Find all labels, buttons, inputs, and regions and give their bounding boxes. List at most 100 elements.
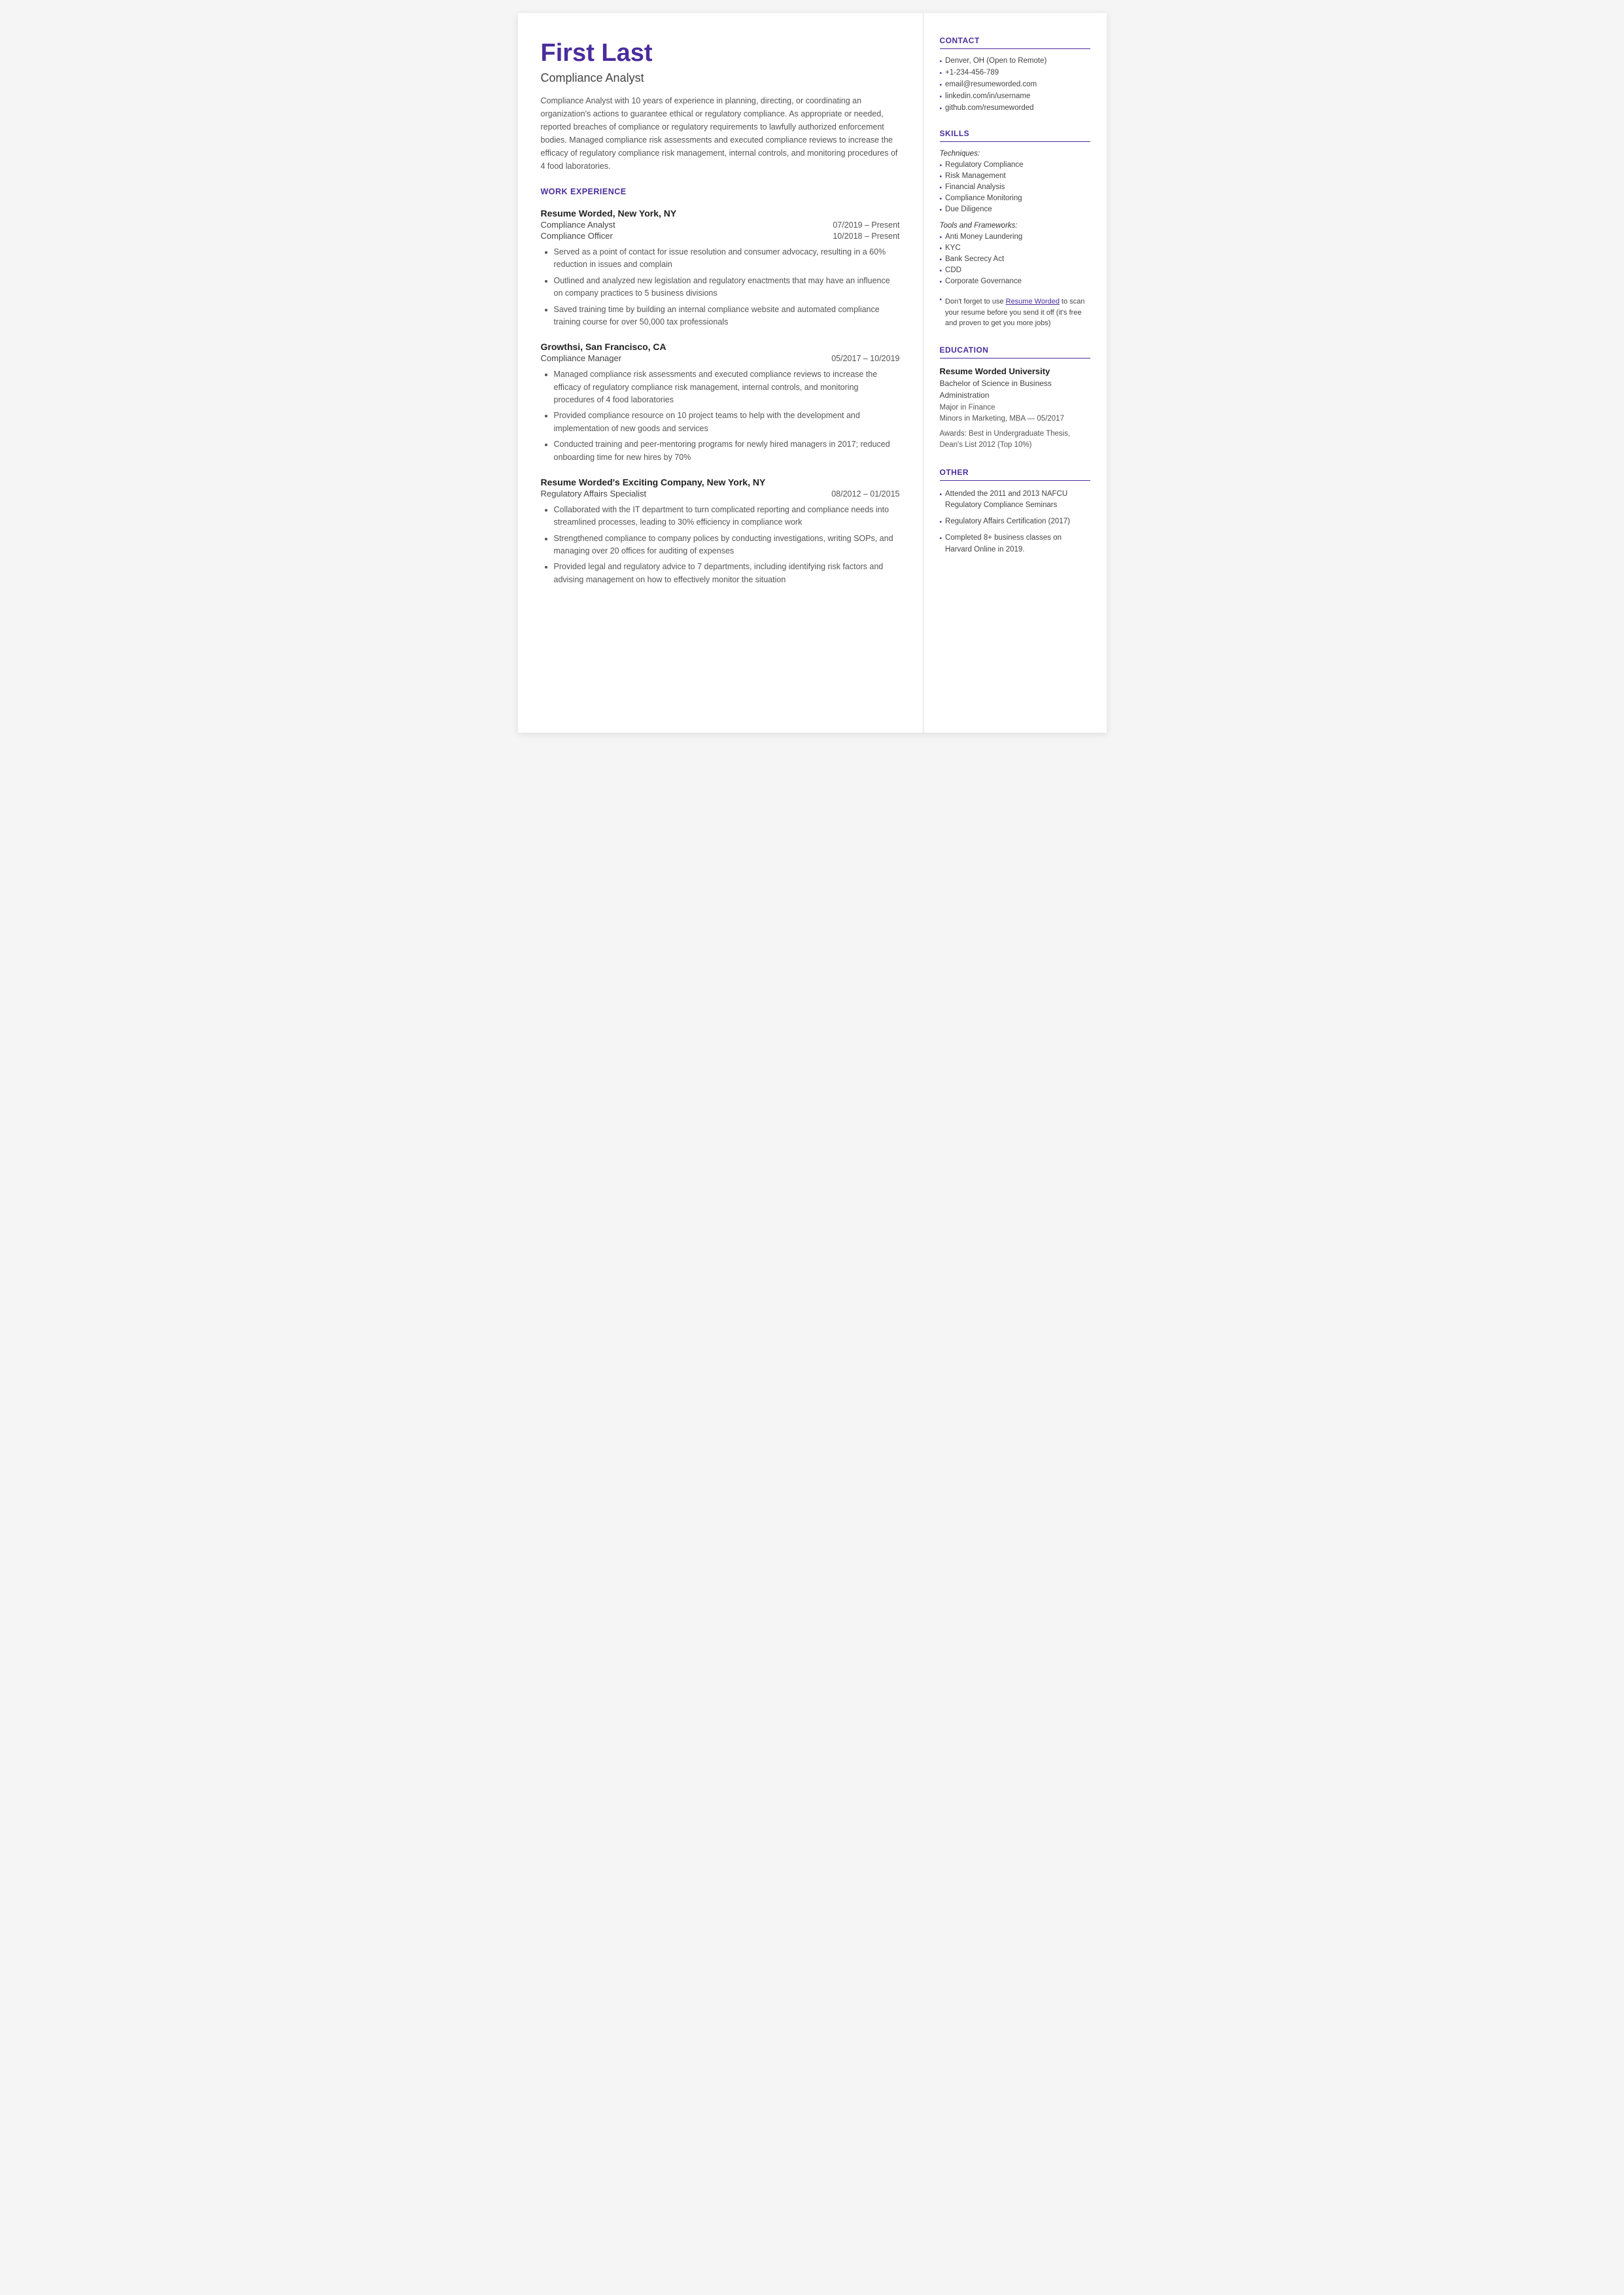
skill-value-3: Compliance Monitoring — [945, 194, 1022, 202]
contact-item-4: • github.com/resumeworded — [940, 104, 1090, 113]
bullet-dot-icon: • — [940, 94, 942, 101]
job-header-1b: Compliance Officer 10/2018 – Present — [541, 231, 900, 241]
work-experience-title: WORK EXPERIENCE — [541, 187, 900, 199]
bullet-3-1: Collaborated with the IT department to t… — [554, 504, 900, 529]
contact-title: CONTACT — [940, 36, 1090, 49]
bullet-3-2: Strengthened compliance to company polic… — [554, 533, 900, 558]
contact-section: CONTACT • Denver, OH (Open to Remote) • … — [940, 36, 1090, 113]
contact-item-0: • Denver, OH (Open to Remote) — [940, 57, 1090, 65]
tool-value-1: KYC — [945, 244, 961, 252]
edu-major: Major in Finance — [940, 402, 1090, 413]
skill-item-1: • Risk Management — [940, 172, 1090, 181]
date-range-1a: 07/2019 – Present — [833, 220, 899, 230]
edu-awards: Awards: Best in Undergraduate Thesis, De… — [940, 429, 1090, 451]
education-section: EDUCATION Resume Worded University Bache… — [940, 345, 1090, 451]
tool-item-2: • Bank Secrecy Act — [940, 255, 1090, 264]
bullet-dot-icon: • — [940, 234, 942, 241]
skill-value-1: Risk Management — [945, 172, 1006, 180]
techniques-group: Techniques: • Regulatory Compliance • Ri… — [940, 150, 1090, 214]
skills-note-text: Don't forget to use Resume Worded to sca… — [945, 296, 1090, 329]
bullet-2-1: Managed compliance risk assessments and … — [554, 368, 900, 406]
skills-note: • Don't forget to use Resume Worded to s… — [940, 294, 1090, 329]
edu-degree: Bachelor of Science in Business Administ… — [940, 377, 1090, 401]
bullet-2-3: Conducted training and peer-mentoring pr… — [554, 438, 900, 464]
tool-item-0: • Anti Money Laundering — [940, 233, 1090, 241]
skill-item-3: • Compliance Monitoring — [940, 194, 1090, 203]
job-block-1: Resume Worded, New York, NY Compliance A… — [541, 208, 900, 328]
other-title: OTHER — [940, 468, 1090, 481]
tools-label: Tools and Frameworks: — [940, 222, 1090, 230]
bullet-dot-icon: • — [940, 295, 942, 305]
other-item-1: • Regulatory Affairs Certification (2017… — [940, 516, 1090, 527]
company-name-2: Growthsi, San Francisco, CA — [541, 342, 900, 352]
bullet-dot-icon: • — [940, 173, 942, 181]
role-title-1a: Compliance Analyst — [541, 220, 615, 230]
bullet-dot-icon: • — [940, 279, 942, 286]
bullet-dot-icon: • — [940, 268, 942, 275]
contact-value-4: github.com/resumeworded — [945, 104, 1034, 112]
role-title-2a: Compliance Manager — [541, 353, 622, 363]
candidate-summary: Compliance Analyst with 10 years of expe… — [541, 94, 900, 173]
right-column: CONTACT • Denver, OH (Open to Remote) • … — [924, 13, 1107, 733]
candidate-title: Compliance Analyst — [541, 71, 900, 85]
bullet-1-1: Served as a point of contact for issue r… — [554, 246, 900, 272]
contact-item-2: • email@resumeworded.com — [940, 80, 1090, 89]
role-title-3a: Regulatory Affairs Specialist — [541, 489, 647, 499]
contact-value-2: email@resumeworded.com — [945, 80, 1037, 88]
education-title: EDUCATION — [940, 345, 1090, 359]
bullets-2: Managed compliance risk assessments and … — [541, 368, 900, 464]
tool-value-0: Anti Money Laundering — [945, 233, 1022, 241]
skill-value-2: Financial Analysis — [945, 183, 1005, 191]
job-header-2a: Compliance Manager 05/2017 – 10/2019 — [541, 353, 900, 363]
bullet-dot-icon: • — [940, 534, 942, 544]
contact-value-1: +1-234-456-789 — [945, 69, 999, 77]
tool-value-3: CDD — [945, 266, 961, 274]
bullet-dot-icon: • — [940, 256, 942, 264]
bullets-1: Served as a point of contact for issue r… — [541, 246, 900, 328]
company-name-3: Resume Worded's Exciting Company, New Yo… — [541, 477, 900, 487]
edu-minor: Minors in Marketing, MBA — 05/2017 — [940, 413, 1090, 425]
skill-item-0: • Regulatory Compliance — [940, 161, 1090, 169]
contact-value-3: linkedin.com/in/username — [945, 92, 1030, 100]
skills-section: SKILLS Techniques: • Regulatory Complian… — [940, 129, 1090, 329]
tool-item-1: • KYC — [940, 244, 1090, 253]
bullet-dot-icon: • — [940, 162, 942, 169]
job-header-3a: Regulatory Affairs Specialist 08/2012 – … — [541, 489, 900, 499]
date-range-2a: 05/2017 – 10/2019 — [831, 354, 899, 363]
bullet-dot-icon: • — [940, 105, 942, 113]
date-range-3a: 08/2012 – 01/2015 — [831, 489, 899, 499]
bullet-dot-icon: • — [940, 196, 942, 203]
note-prefix: Don't forget to use — [945, 298, 1006, 306]
bullet-2-2: Provided compliance resource on 10 proje… — [554, 410, 900, 435]
candidate-name: First Last — [541, 39, 900, 67]
edu-school-name: Resume Worded University — [940, 366, 1090, 376]
resume-worded-link[interactable]: Resume Worded — [1006, 298, 1060, 306]
tool-value-2: Bank Secrecy Act — [945, 255, 1004, 263]
other-value-2: Completed 8+ business classes on Harvard… — [945, 533, 1090, 555]
contact-item-3: • linkedin.com/in/username — [940, 92, 1090, 101]
tool-item-3: • CDD — [940, 266, 1090, 275]
contact-value-0: Denver, OH (Open to Remote) — [945, 57, 1046, 65]
resume-container: First Last Compliance Analyst Compliance… — [518, 13, 1107, 733]
other-item-0: • Attended the 2011 and 2013 NAFCU Regul… — [940, 489, 1090, 512]
skill-item-2: • Financial Analysis — [940, 183, 1090, 192]
other-item-2: • Completed 8+ business classes on Harva… — [940, 533, 1090, 555]
other-value-1: Regulatory Affairs Certification (2017) — [945, 516, 1070, 527]
bullet-dot-icon: • — [940, 58, 942, 65]
tool-item-4: • Corporate Governance — [940, 277, 1090, 286]
other-section: OTHER • Attended the 2011 and 2013 NAFCU… — [940, 468, 1090, 555]
date-range-1b: 10/2018 – Present — [833, 232, 899, 241]
job-block-3: Resume Worded's Exciting Company, New Yo… — [541, 477, 900, 586]
techniques-label: Techniques: — [940, 150, 1090, 158]
bullet-dot-icon: • — [940, 184, 942, 192]
bullets-3: Collaborated with the IT department to t… — [541, 504, 900, 586]
bullet-dot-icon: • — [940, 490, 942, 500]
bullet-dot-icon: • — [940, 245, 942, 253]
tool-value-4: Corporate Governance — [945, 277, 1022, 285]
bullet-dot-icon: • — [940, 517, 942, 527]
skill-item-4: • Due Diligence — [940, 205, 1090, 214]
job-block-2: Growthsi, San Francisco, CA Compliance M… — [541, 342, 900, 464]
bullet-1-3: Saved training time by building an inter… — [554, 304, 900, 329]
job-header-1a: Compliance Analyst 07/2019 – Present — [541, 220, 900, 230]
other-value-0: Attended the 2011 and 2013 NAFCU Regulat… — [945, 489, 1090, 512]
